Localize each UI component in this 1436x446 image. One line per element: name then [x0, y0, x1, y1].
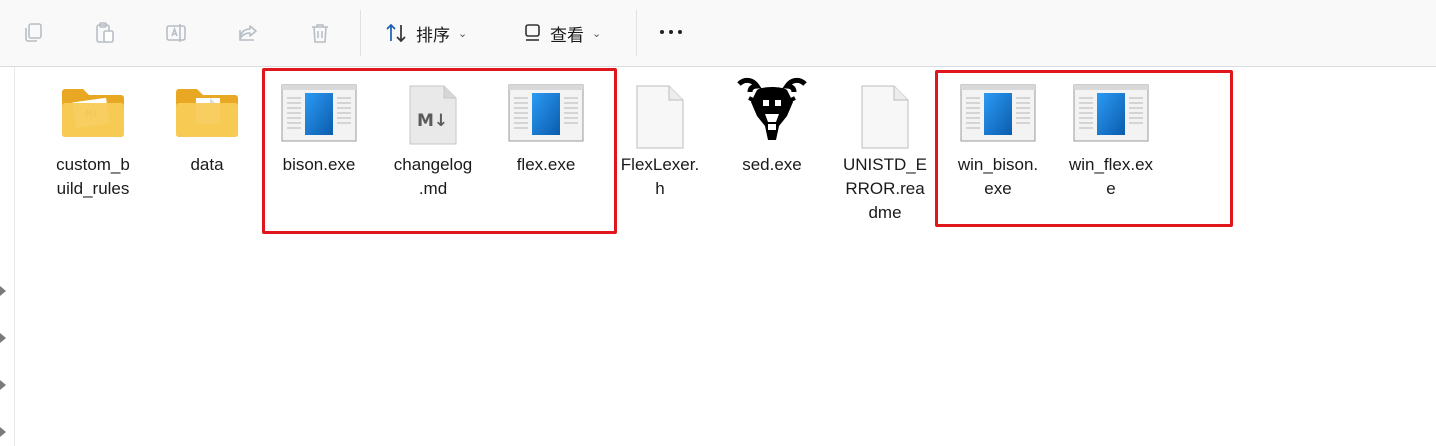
file-name-label: FlexLexer. h — [620, 155, 700, 198]
chevron-down-icon: ⌄ — [458, 27, 468, 40]
share-icon[interactable] — [232, 17, 264, 49]
expand-arrow-icon[interactable] — [0, 286, 6, 296]
file-name-label: data — [190, 155, 224, 174]
delete-icon[interactable] — [304, 17, 336, 49]
command-bar: 排序 ⌄ 查看 ⌄ — [0, 0, 1436, 67]
toolbar-separator — [360, 10, 361, 56]
file-name-label: custom_b uild_rules — [56, 155, 130, 198]
highlight-box-left — [262, 68, 617, 234]
copy-icon[interactable] — [17, 17, 49, 49]
expand-arrow-icon[interactable] — [0, 427, 6, 437]
expand-arrow-icon[interactable] — [0, 333, 6, 343]
sort-button[interactable]: 排序 ⌄ — [384, 17, 467, 49]
paste-icon[interactable] — [89, 17, 121, 49]
chevron-down-icon: ⌄ — [592, 27, 602, 40]
highlight-box-right — [935, 70, 1233, 227]
sort-icon — [386, 23, 406, 43]
toolbar-separator — [636, 10, 637, 56]
navigation-pane-edge — [0, 67, 15, 446]
gnu-head-icon — [735, 76, 809, 157]
generic-file-icon — [635, 84, 685, 155]
sort-label: 排序 — [416, 25, 450, 45]
generic-file-icon — [860, 84, 910, 155]
view-button[interactable]: 查看 ⌄ — [522, 17, 601, 49]
folder-icon: M↓ — [60, 84, 126, 145]
rename-icon[interactable] — [160, 17, 192, 49]
folder-icon — [174, 84, 240, 145]
view-icon — [525, 24, 540, 41]
expand-arrow-icon[interactable] — [0, 380, 6, 390]
view-label: 查看 — [550, 25, 584, 45]
file-name-label: sed.exe — [742, 155, 802, 174]
file-name-label: UNISTD_E RROR.rea dme — [842, 155, 928, 222]
more-options-icon[interactable] — [660, 30, 682, 34]
